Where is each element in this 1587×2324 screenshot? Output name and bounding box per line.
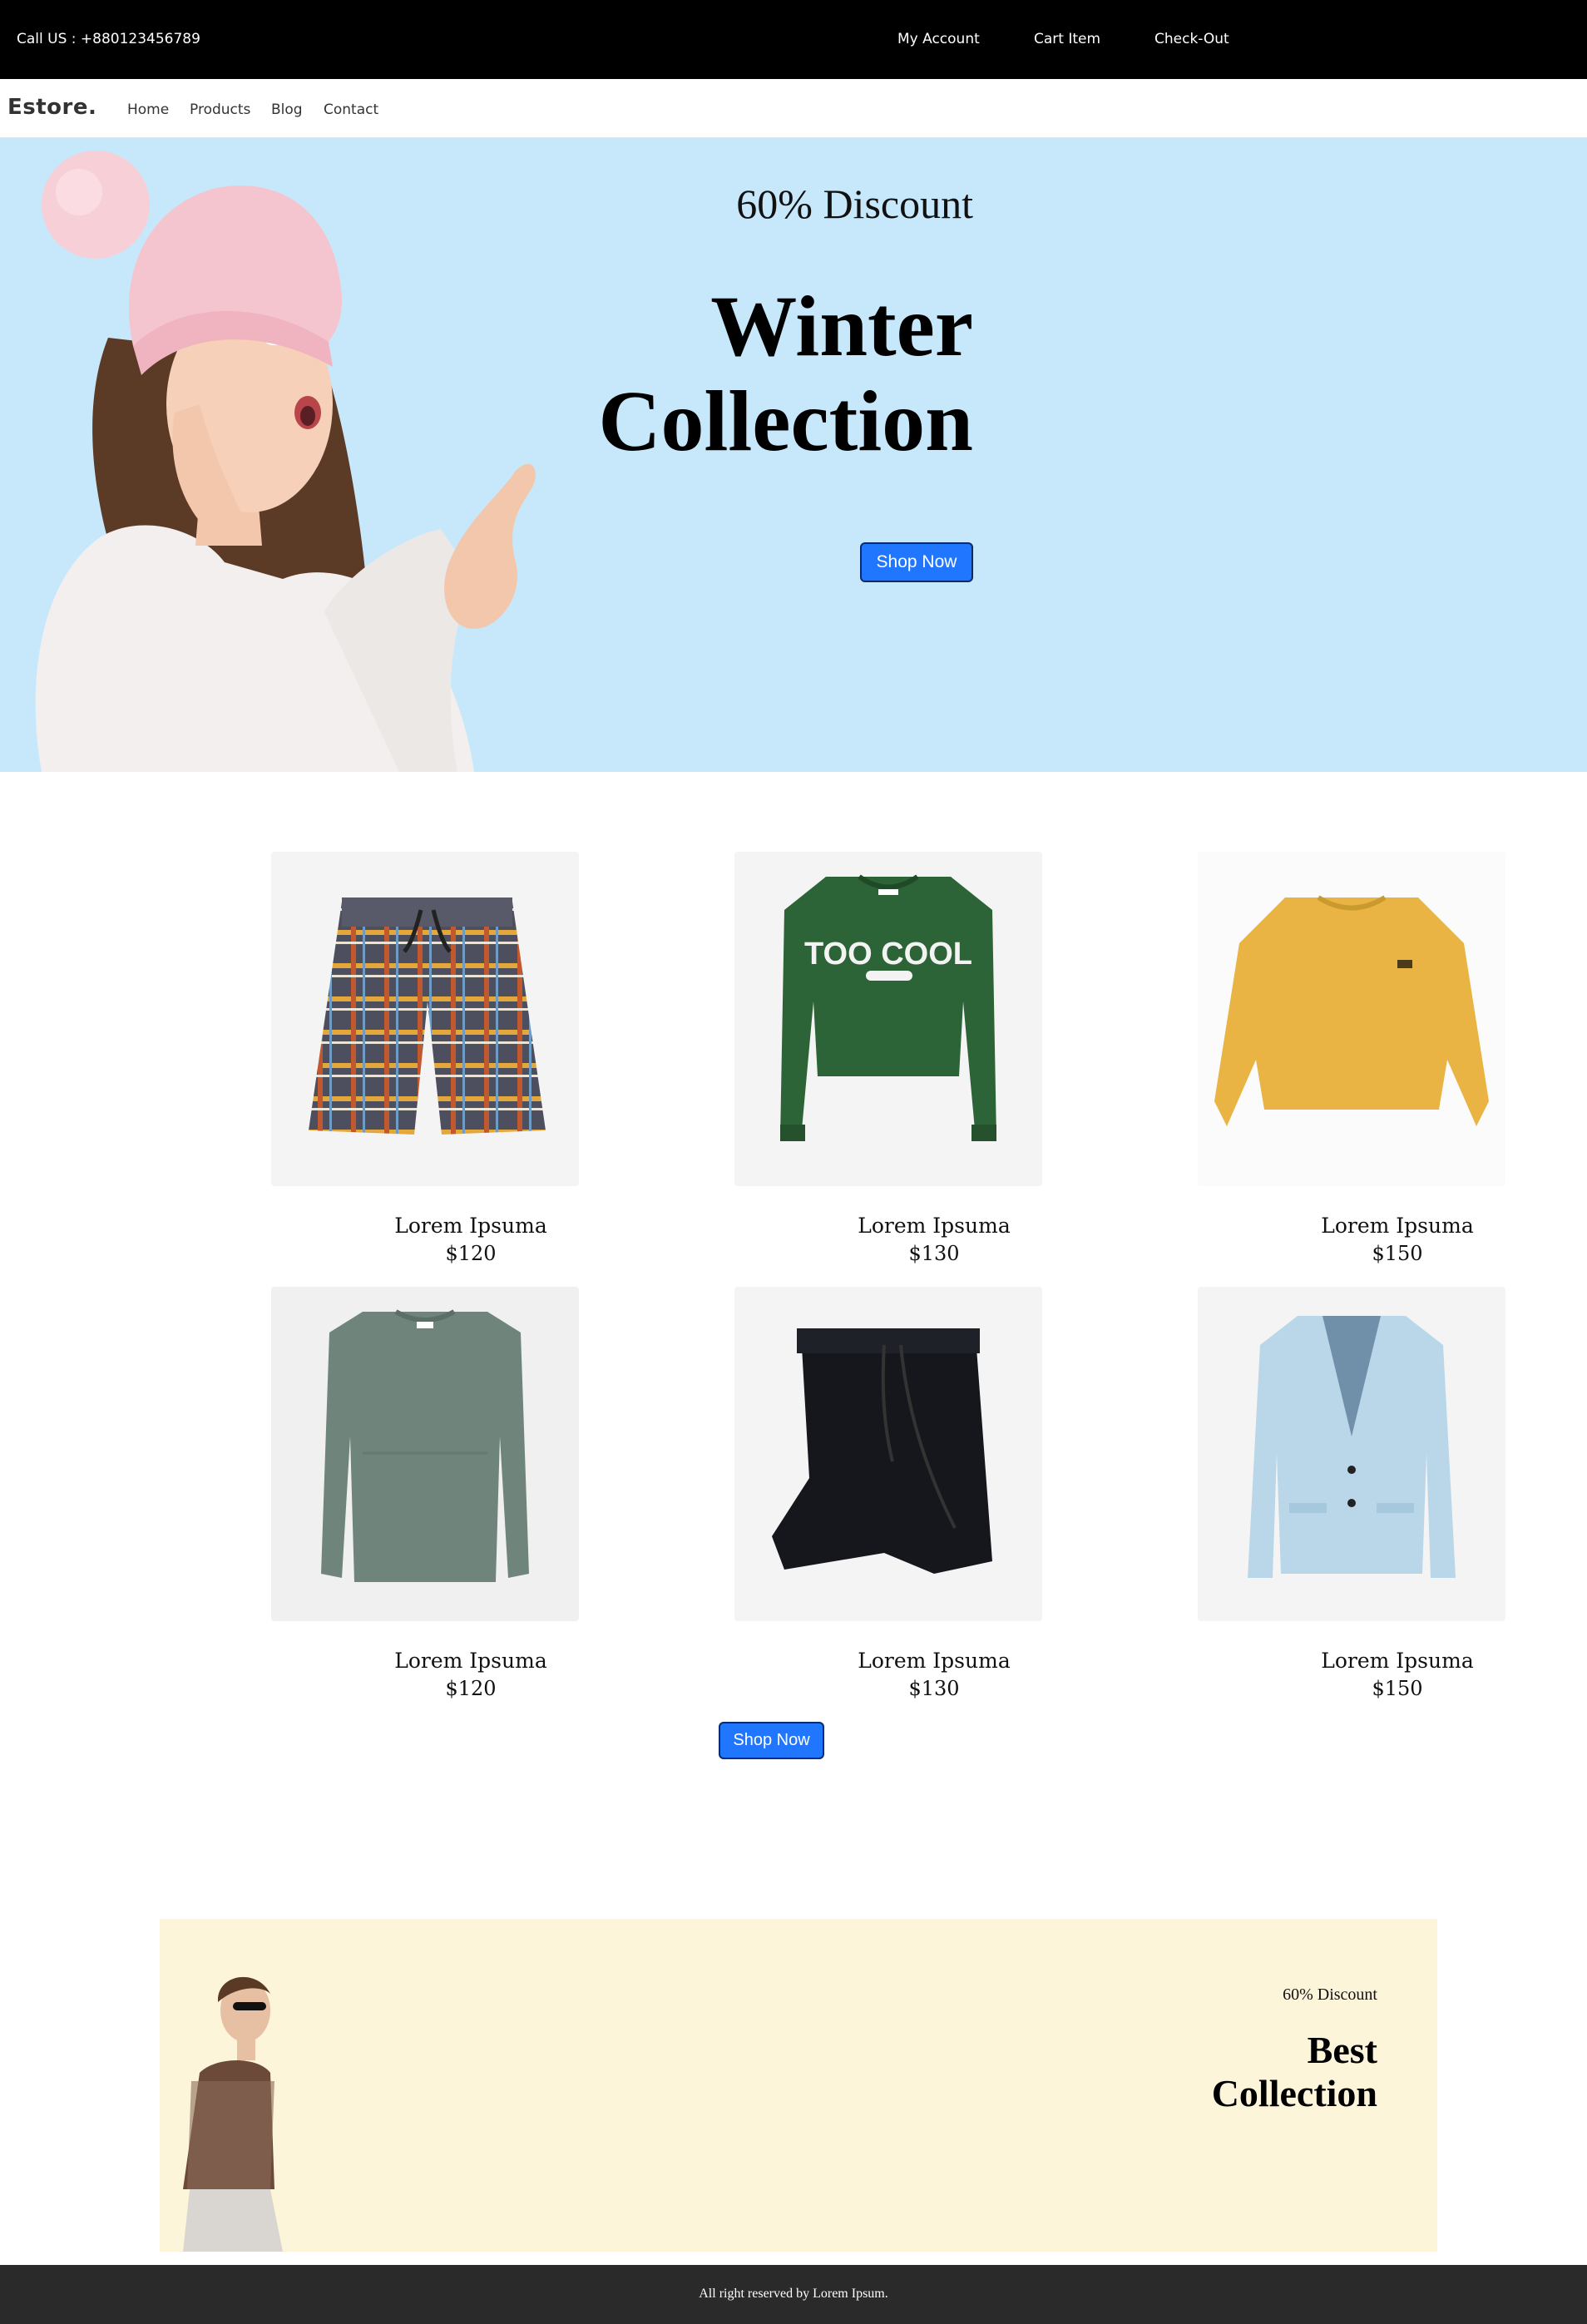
product-price: $130 bbox=[908, 1242, 960, 1265]
call-us-text: Call US : +880123456789 bbox=[17, 31, 200, 47]
product-card[interactable]: Lorem Ipsuma $120 bbox=[271, 852, 579, 1265]
brand-logo[interactable]: Estore. bbox=[7, 95, 96, 120]
nav-home[interactable]: Home bbox=[127, 101, 169, 118]
product-price: $120 bbox=[445, 1242, 497, 1265]
hero-title: Winter Collection bbox=[391, 279, 973, 469]
product-name[interactable]: Lorem Ipsuma bbox=[271, 1649, 670, 1673]
product-price: $150 bbox=[1372, 1242, 1423, 1265]
hero-discount-text: 60% Discount bbox=[736, 180, 973, 227]
product-card[interactable]: TOO COOL Lorem Ipsuma $130 bbox=[734, 852, 1042, 1265]
man-sunglasses-image bbox=[183, 1976, 283, 2252]
check-out-link[interactable]: Check-Out bbox=[1154, 31, 1229, 47]
product-card[interactable]: Lorem Ipsuma $150 bbox=[1198, 1287, 1505, 1700]
product-image-denim-blazer[interactable] bbox=[1198, 1287, 1505, 1621]
nav-blog[interactable]: Blog bbox=[271, 101, 303, 118]
promo-discount-text: 60% Discount bbox=[1283, 1985, 1377, 2004]
product-image-green-sweatshirt[interactable]: TOO COOL bbox=[734, 852, 1042, 1186]
product-name[interactable]: Lorem Ipsuma bbox=[734, 1649, 1134, 1673]
product-image-plaid-shorts[interactable] bbox=[271, 852, 579, 1186]
product-name[interactable]: Lorem Ipsuma bbox=[1198, 1649, 1587, 1673]
nav-products[interactable]: Products bbox=[190, 101, 250, 118]
nav-contact[interactable]: Contact bbox=[324, 101, 378, 118]
promo-title: Best Collection bbox=[1045, 2029, 1377, 2115]
hero-title-line-1: Winter bbox=[710, 279, 973, 374]
footer: All right reserved by Lorem Ipsum. bbox=[0, 2265, 1587, 2324]
product-price: $120 bbox=[445, 1677, 497, 1700]
cart-item-link[interactable]: Cart Item bbox=[1034, 31, 1100, 47]
product-name[interactable]: Lorem Ipsuma bbox=[734, 1214, 1134, 1238]
my-account-link[interactable]: My Account bbox=[897, 31, 980, 47]
products-shop-now-button[interactable]: Shop Now bbox=[719, 1722, 824, 1759]
product-name[interactable]: Lorem Ipsuma bbox=[271, 1214, 670, 1238]
product-card[interactable]: Lorem Ipsuma $150 bbox=[1198, 852, 1505, 1265]
product-card[interactable]: Lorem Ipsuma $130 bbox=[734, 1287, 1042, 1700]
product-image-grey-sweater[interactable] bbox=[271, 1287, 579, 1621]
top-bar: Call US : +880123456789 My Account Cart … bbox=[0, 0, 1587, 79]
product-card[interactable]: Lorem Ipsuma $120 bbox=[271, 1287, 579, 1700]
footer-copyright: All right reserved by Lorem Ipsum. bbox=[699, 2287, 888, 2301]
hero-banner: 60% Discount Winter Collection Shop Now bbox=[0, 138, 1587, 772]
product-name[interactable]: Lorem Ipsuma bbox=[1198, 1214, 1587, 1238]
promo-banner: 60% Discount Best Collection bbox=[160, 1919, 1437, 2252]
svg-text:TOO COOL: TOO COOL bbox=[804, 937, 972, 972]
promo-title-line-1: Best bbox=[1307, 2029, 1377, 2071]
product-image-black-pants[interactable] bbox=[734, 1287, 1042, 1621]
product-price: $130 bbox=[908, 1677, 960, 1700]
promo-title-line-2: Collection bbox=[1211, 2072, 1377, 2114]
hero-title-line-2: Collection bbox=[598, 373, 973, 469]
product-price: $150 bbox=[1372, 1677, 1423, 1700]
product-image-yellow-sweater[interactable] bbox=[1198, 852, 1505, 1186]
main-nav: Estore. Home Products Blog Contact bbox=[0, 79, 1587, 138]
hero-shop-now-button[interactable]: Shop Now bbox=[860, 542, 973, 582]
